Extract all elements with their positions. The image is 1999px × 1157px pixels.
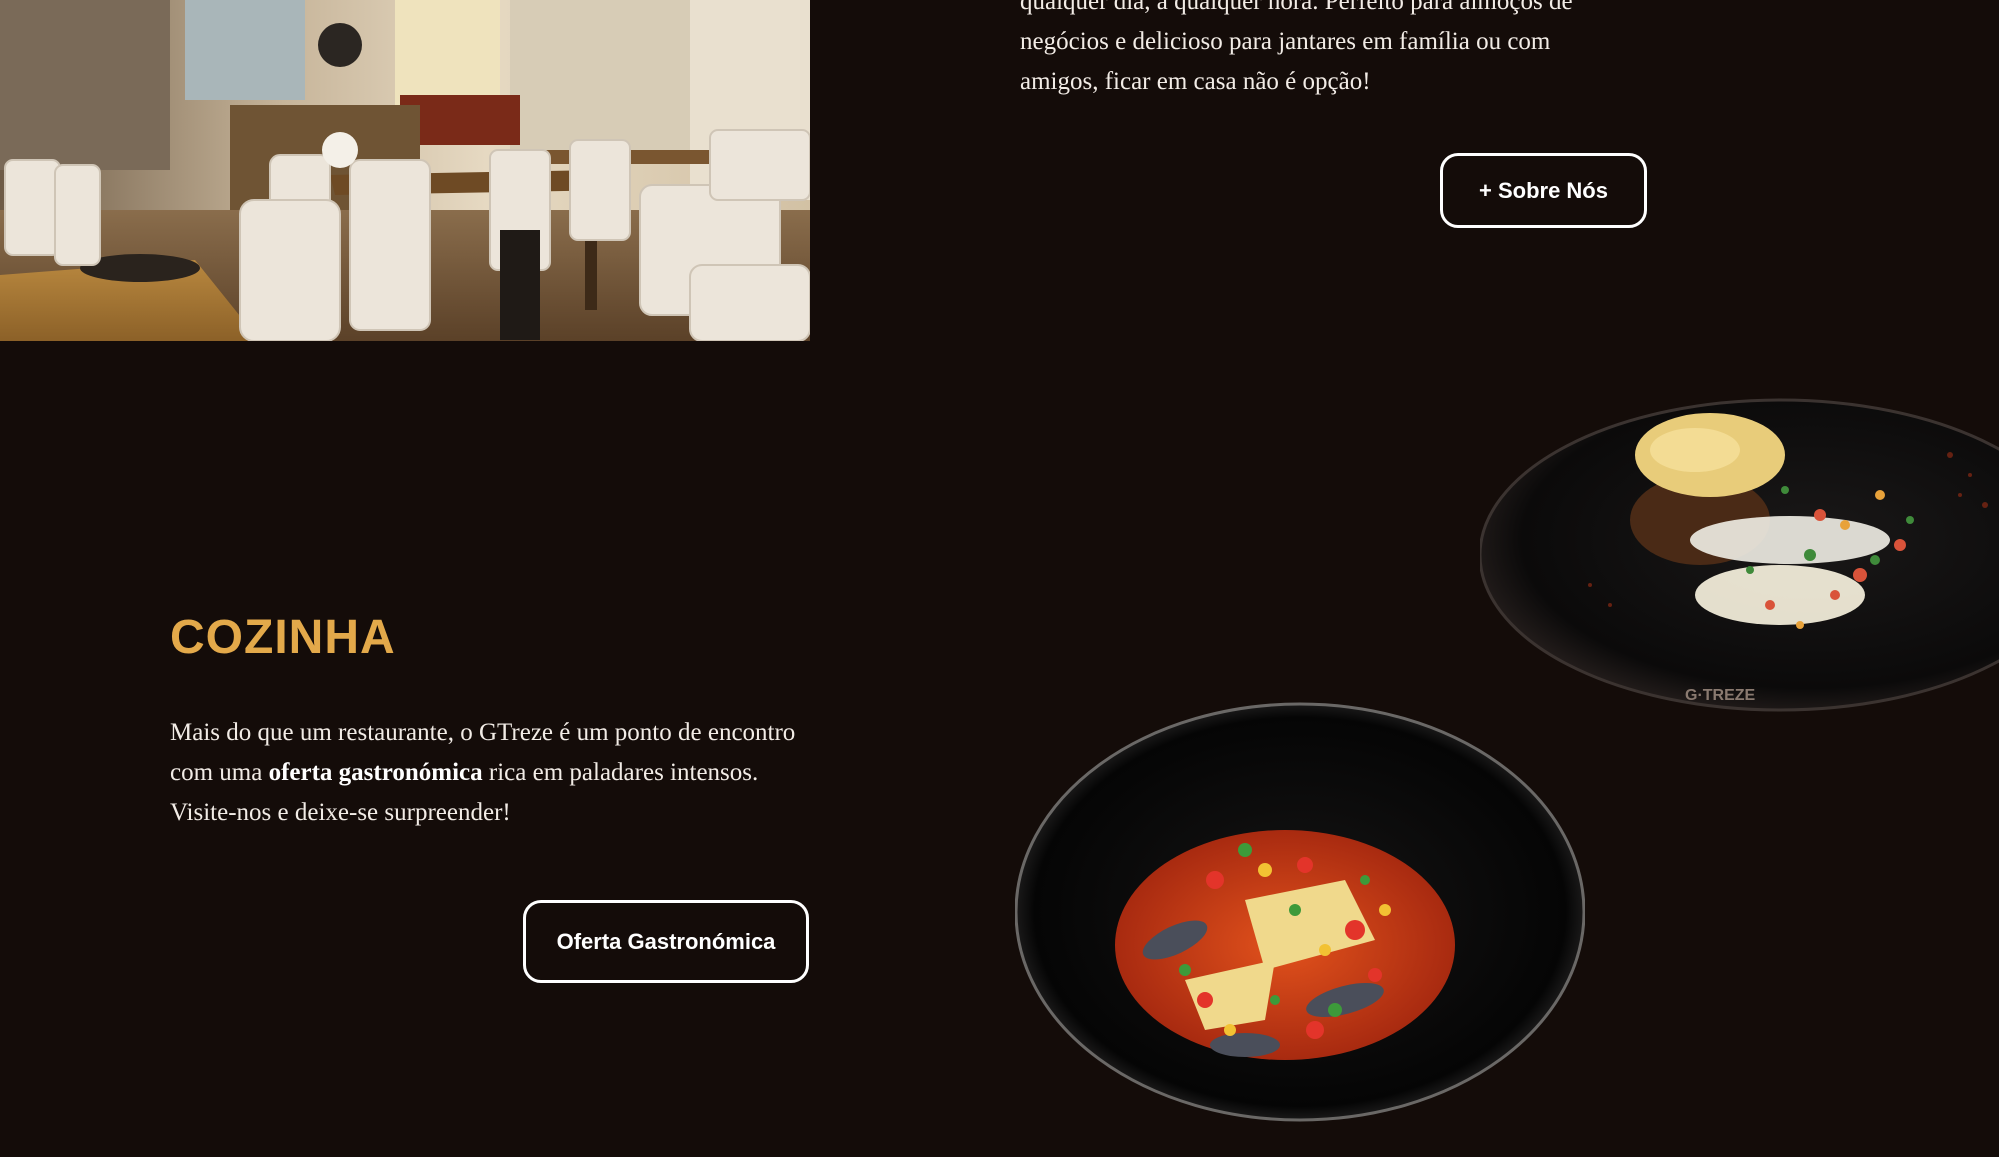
restaurant-interior-image [0,0,810,341]
about-us-button[interactable]: + Sobre Nós [1440,153,1647,228]
cozinha-description: Mais do que um restaurante, o GTreze é u… [170,713,810,833]
gtreze-watermark: G·TREZE [1685,687,1756,704]
about-text: qualquer dia, a qualquer hora. Perfeito … [1020,0,1660,102]
cozinha-text-bold: oferta gastronómica [268,759,483,786]
dish-bowl-image [1014,700,1586,1130]
section-title-cozinha: COZINHA [170,611,396,664]
about-text-line-3: amigos, ficar em casa não é opção! [1020,68,1371,95]
gastronomic-offer-button[interactable]: Oferta Gastronómica [523,900,809,983]
about-text-line-2: negócios e delicioso para jantares em fa… [1020,28,1551,55]
about-text-line-1: qualquer dia, a qualquer hora. Perfeito … [1020,0,1573,15]
dish-plate-image: G·TREZE [1478,395,1999,725]
